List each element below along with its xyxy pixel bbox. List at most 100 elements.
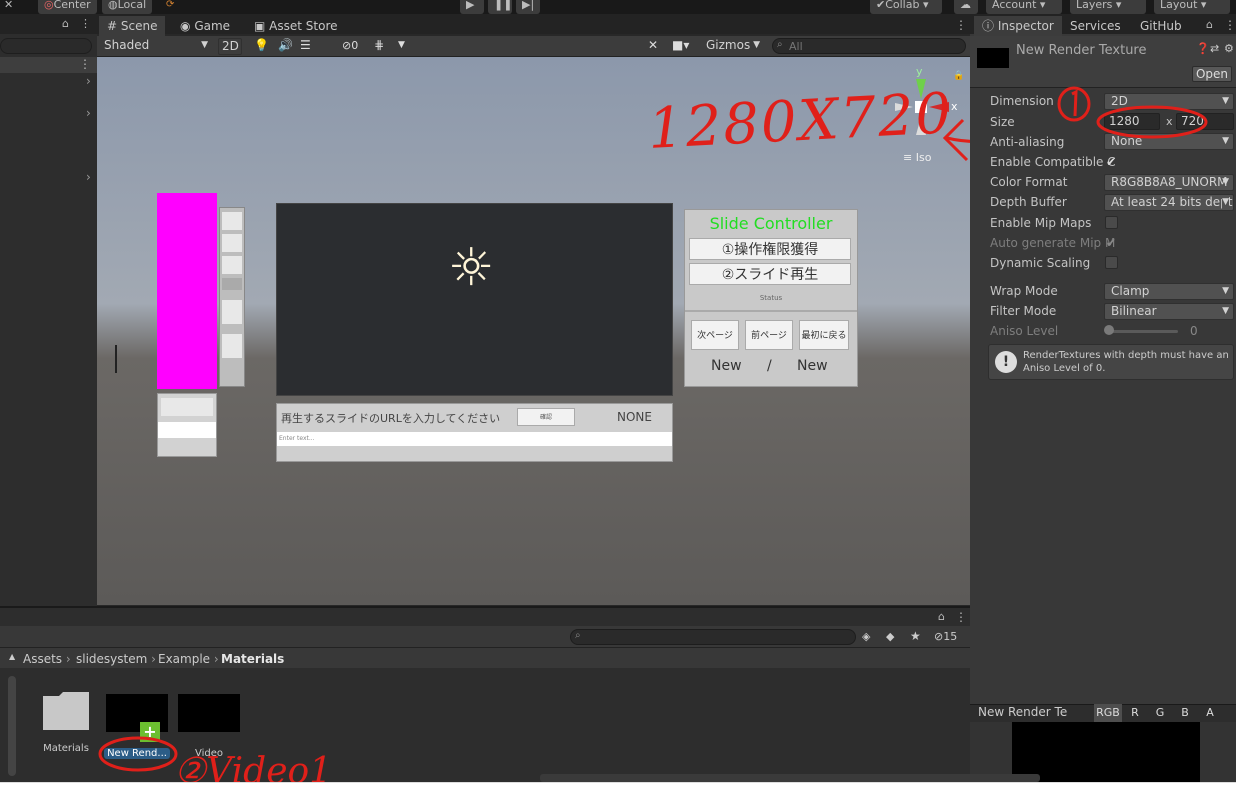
pivot-local-button[interactable]: ◍Local xyxy=(102,0,153,14)
filter-type-icon[interactable]: ◈ xyxy=(862,630,870,643)
account-button[interactable]: Account ▾ xyxy=(986,0,1062,14)
channel-rgb-button[interactable]: RGB xyxy=(1094,704,1122,722)
hidden-packages-icon[interactable]: ⊘15 xyxy=(934,630,957,643)
cloud-button[interactable]: ☁ xyxy=(954,0,978,14)
url-input-placeholder: Enter text... xyxy=(279,435,315,442)
breadcrumb-example[interactable]: Example › xyxy=(158,652,219,666)
color-format-dropdown[interactable]: R8G8B8A8_UNORM ▼ xyxy=(1104,174,1234,191)
scene-menu-icon[interactable]: ⋮ xyxy=(955,18,967,32)
dynamic-scaling-checkbox[interactable] xyxy=(1105,256,1118,269)
help-icon[interactable]: ❓ xyxy=(1196,42,1210,55)
enable-compatible-checkbox[interactable]: ✔ xyxy=(1106,155,1116,169)
layout-button[interactable]: Layout ▾ xyxy=(1154,0,1230,14)
inspector-menu-icon[interactable]: ⋮ xyxy=(1224,18,1236,32)
settings-menu-icon[interactable]: ⚙ xyxy=(1224,42,1234,55)
prev-page-button[interactable]: 前ページ xyxy=(745,320,793,350)
url-confirm-button[interactable]: 確認 xyxy=(517,408,575,426)
side-ui-panel[interactable] xyxy=(219,207,245,387)
hierarchy-lock-icon[interactable]: ⌂ xyxy=(62,17,69,30)
camera-icon[interactable]: ■▾ xyxy=(672,38,689,52)
tab-game[interactable]: ◉ Game xyxy=(172,16,238,36)
scene-search-input[interactable] xyxy=(772,38,966,54)
step-button[interactable]: ▶| xyxy=(516,0,540,14)
grid-dropdown-arrow-icon[interactable]: ▼ xyxy=(398,40,405,50)
url-side-panel[interactable] xyxy=(157,393,217,457)
channel-r-label: R xyxy=(1131,706,1139,719)
channel-r-button[interactable]: R xyxy=(1124,704,1146,722)
directional-light-icon[interactable]: ☼ xyxy=(441,238,501,298)
aniso-slider-track[interactable] xyxy=(1108,330,1178,333)
next-page-button[interactable]: 次ページ xyxy=(691,320,739,350)
hidden-objects-icon[interactable]: ⊘0 xyxy=(342,39,358,52)
expand-arrow-icon[interactable]: › xyxy=(86,74,91,88)
slide-screen[interactable]: ☼ xyxy=(276,203,673,396)
annotation-circle-one xyxy=(1057,86,1091,122)
breadcrumb-assets[interactable]: Assets › xyxy=(23,652,71,666)
preset-icon[interactable]: ⇄ xyxy=(1210,42,1219,55)
magenta-panel[interactable] xyxy=(157,193,217,389)
audio-toggle-icon[interactable]: 🔊 xyxy=(278,38,293,52)
shading-mode-dropdown[interactable]: Shaded ▼ xyxy=(98,38,212,55)
size-label: Size xyxy=(990,115,1015,129)
project-scrollbar[interactable] xyxy=(8,676,16,776)
collab-button[interactable]: ✔Collab ▾ xyxy=(870,0,942,14)
tab-github[interactable]: GitHub xyxy=(1132,16,1190,36)
filter-mode-dropdown[interactable]: Bilinear ▼ xyxy=(1104,303,1234,320)
channel-a-button[interactable]: A xyxy=(1199,704,1221,722)
breadcrumb-materials[interactable]: Materials xyxy=(221,652,284,666)
project-bottom-bar xyxy=(540,774,1040,782)
play-button[interactable]: ▶ xyxy=(460,0,484,14)
asset-materials-folder[interactable]: Materials xyxy=(36,690,96,760)
aniso-slider-thumb[interactable] xyxy=(1104,325,1114,335)
layers-button[interactable]: Layers ▾ xyxy=(1070,0,1146,14)
breadcrumb-collapse-icon[interactable]: ▲ xyxy=(9,652,15,661)
tab-services[interactable]: Services xyxy=(1062,16,1129,36)
effects-toggle-icon[interactable]: ☰ xyxy=(300,38,311,52)
project-search-input[interactable] xyxy=(570,629,856,645)
dropdown-arrow-icon: ▼ xyxy=(753,40,760,50)
favorite-star-icon[interactable]: ★ xyxy=(910,629,921,643)
breadcrumb-slidesystem[interactable]: slidesystem › xyxy=(76,652,156,666)
pause-button[interactable]: ❚❚ xyxy=(488,0,512,14)
depth-buffer-dropdown[interactable]: At least 24 bits dept ▼ xyxy=(1104,194,1234,211)
scene-menu-icon[interactable]: ⋮ xyxy=(79,57,91,71)
acquire-control-button[interactable]: ①操作権限獲得 xyxy=(689,238,851,260)
first-page-button[interactable]: 最初に戻る xyxy=(799,320,849,350)
channel-g-button[interactable]: G xyxy=(1149,704,1171,722)
slide-controller-panel[interactable]: Slide Controller ①操作権限獲得 ②スライド再生 Status … xyxy=(684,209,858,387)
open-button[interactable]: Open xyxy=(1192,66,1232,82)
url-status-label: NONE xyxy=(617,410,652,424)
auto-mip-checkbox: ✔ xyxy=(1106,236,1117,250)
hierarchy-menu-icon[interactable]: ⋮ xyxy=(80,17,91,30)
channel-b-button[interactable]: B xyxy=(1174,704,1196,722)
tab-scene[interactable]: # Scene xyxy=(99,16,166,36)
hierarchy-scene-row[interactable]: ⋮ xyxy=(0,57,97,73)
wrap-mode-dropdown[interactable]: Clamp ▼ xyxy=(1104,283,1234,300)
filter-label-icon[interactable]: ◆ xyxy=(886,630,894,643)
info-message-text: RenderTextures with depth must have an A… xyxy=(1023,350,1229,374)
project-menu-icon[interactable]: ⋮ xyxy=(955,610,967,624)
tools-icon[interactable]: ✕ xyxy=(4,0,20,12)
lighting-toggle-icon[interactable]: 💡 xyxy=(254,38,269,52)
inspector-lock-icon[interactable]: ⌂ xyxy=(1206,18,1213,31)
gizmo-lock-icon[interactable]: 🔒 xyxy=(953,71,964,81)
video-thumbnail xyxy=(178,694,240,732)
mip-maps-checkbox[interactable] xyxy=(1105,216,1118,229)
tools-settings-icon[interactable]: ✕ xyxy=(648,38,658,52)
project-lock-icon[interactable]: ⌂ xyxy=(938,610,945,623)
gizmos-dropdown[interactable]: Gizmos ▼ xyxy=(700,38,764,55)
iso-label[interactable]: ≡ Iso xyxy=(903,151,931,164)
expand-arrow-icon[interactable]: › xyxy=(86,170,91,184)
tab-asset-store[interactable]: ▣ Asset Store xyxy=(246,16,346,36)
pivot-center-button[interactable]: ◎Center xyxy=(38,0,97,14)
play-slide-button[interactable]: ②スライド再生 xyxy=(689,263,851,285)
mode-2d-toggle[interactable]: 2D xyxy=(218,38,242,55)
url-text-input[interactable]: Enter text... xyxy=(277,432,672,446)
tab-inspector[interactable]: ⓘ Inspector xyxy=(974,16,1062,36)
snap-icon[interactable]: ⟳ xyxy=(166,0,180,12)
hierarchy-search-input[interactable] xyxy=(0,38,92,54)
tab-inspector-label: Inspector xyxy=(997,19,1054,33)
expand-arrow-icon[interactable]: › xyxy=(86,106,91,120)
url-input-panel[interactable]: 再生するスライドのURLを入力してください 確認 NONE Enter text… xyxy=(276,403,673,462)
grid-toggle-icon[interactable]: ⋕ xyxy=(374,38,384,52)
